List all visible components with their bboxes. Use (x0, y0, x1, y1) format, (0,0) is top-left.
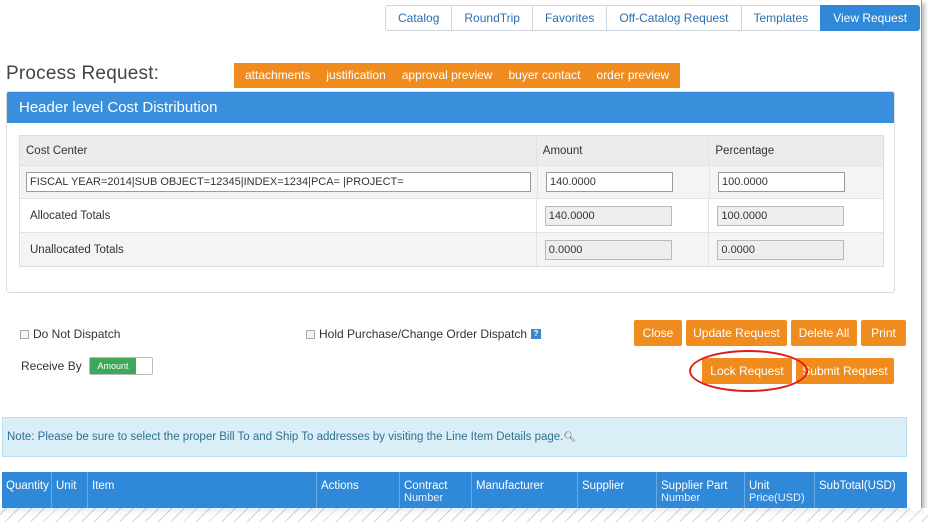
hold-dispatch-label: Hold Purchase/Change Order Dispatch (319, 327, 528, 341)
update-request-button[interactable]: Update Request (686, 320, 787, 346)
page-frame: Catalog RoundTrip Favorites Off-Catalog … (0, 0, 922, 512)
hold-dispatch-checkbox[interactable] (306, 329, 315, 339)
highlight-circle (689, 350, 808, 392)
column-header-contract: Contract Number (400, 472, 472, 511)
line-items-header: Quantity Unit Item Actions Contract Numbe… (2, 472, 907, 511)
column-header-unit-price: Unit Price(USD) (745, 472, 815, 511)
receive-by-toggle[interactable]: Amount (89, 357, 153, 375)
column-header-cost-center: Cost Center (20, 136, 537, 165)
unallocated-amount-field: 0.0000 (544, 239, 672, 260)
section-links: attachments justification approval previ… (234, 63, 681, 88)
torn-edge (0, 508, 928, 522)
receive-by-toggle-state: Amount (90, 358, 136, 374)
justification-link[interactable]: justification (318, 63, 393, 88)
unallocated-totals-row: Unallocated Totals 0.0000 0.0000 (20, 233, 883, 266)
tab-view-request[interactable]: View Request (820, 5, 921, 31)
unallocated-percentage-field: 0.0000 (717, 239, 845, 260)
do-not-dispatch-checkbox[interactable] (20, 329, 29, 339)
column-header-amount: Amount (537, 136, 710, 165)
allocated-totals-label: Allocated Totals (20, 199, 537, 232)
help-icon[interactable]: ? (531, 329, 542, 339)
print-button[interactable]: Print (861, 320, 906, 346)
cost-distribution-panel: Header level Cost Distribution Cost Cent… (6, 91, 895, 293)
close-button[interactable]: Close (634, 320, 682, 346)
receive-by-label: Receive By (21, 359, 82, 373)
column-header-actions: Actions (317, 472, 400, 511)
tab-roundtrip[interactable]: RoundTrip (451, 5, 532, 31)
submit-request-button[interactable]: Submit Request (796, 358, 894, 384)
column-header-quantity: Quantity (2, 472, 52, 511)
column-header-supplier-part: Supplier Part Number (657, 472, 745, 511)
tab-off-catalog-request[interactable]: Off-Catalog Request (606, 5, 741, 31)
allocated-totals-row: Allocated Totals 140.0000 100.0000 (20, 199, 883, 233)
amount-field[interactable]: 140.0000 (546, 172, 673, 192)
delete-all-button[interactable]: Delete All (791, 320, 857, 346)
unallocated-totals-label: Unallocated Totals (20, 233, 537, 266)
do-not-dispatch-label: Do Not Dispatch (33, 327, 121, 341)
buyer-contact-link[interactable]: buyer contact (500, 63, 588, 88)
tab-favorites[interactable]: Favorites (531, 5, 607, 31)
note-text: Note: Please be sure to select the prope… (7, 431, 564, 443)
magnifier-icon[interactable]: 🔍︎ (563, 419, 576, 457)
tab-catalog[interactable]: Catalog (385, 5, 452, 31)
column-header-unit: Unit (52, 472, 88, 511)
column-header-item: Item (88, 472, 317, 511)
panel-title: Header level Cost Distribution (7, 92, 894, 123)
order-preview-link[interactable]: order preview (589, 63, 678, 88)
column-header-percentage: Percentage (715, 144, 775, 157)
cost-center-field[interactable]: FISCAL YEAR=2014|SUB OBJECT=12345|INDEX=… (26, 172, 531, 192)
column-header-supplier: Supplier (578, 472, 657, 511)
tab-templates[interactable]: Templates (740, 5, 821, 31)
allocated-percentage-field: 100.0000 (717, 205, 845, 226)
attachments-link[interactable]: attachments (237, 63, 318, 88)
hold-dispatch-option[interactable]: Hold Purchase/Change Order Dispatch ? (306, 327, 542, 341)
column-header-subtotal: SubTotal(USD) (819, 480, 896, 492)
do-not-dispatch-option[interactable]: Do Not Dispatch (20, 327, 120, 341)
top-tabs: Catalog RoundTrip Favorites Off-Catalog … (385, 5, 921, 31)
bill-ship-note: Note: Please be sure to select the prope… (2, 417, 907, 457)
percentage-field[interactable]: 100.0000 (718, 172, 845, 192)
table-header-row: Cost Center Amount Percentage (20, 136, 883, 166)
page-title: Process Request: (6, 63, 160, 84)
column-header-manufacturer: Manufacturer (472, 472, 578, 511)
approval-preview-link[interactable]: approval preview (394, 63, 501, 88)
allocated-amount-field: 140.0000 (544, 205, 672, 226)
cost-table: Cost Center Amount Percentage FISCAL YEA… (19, 135, 884, 267)
table-row: FISCAL YEAR=2014|SUB OBJECT=12345|INDEX=… (20, 166, 883, 199)
